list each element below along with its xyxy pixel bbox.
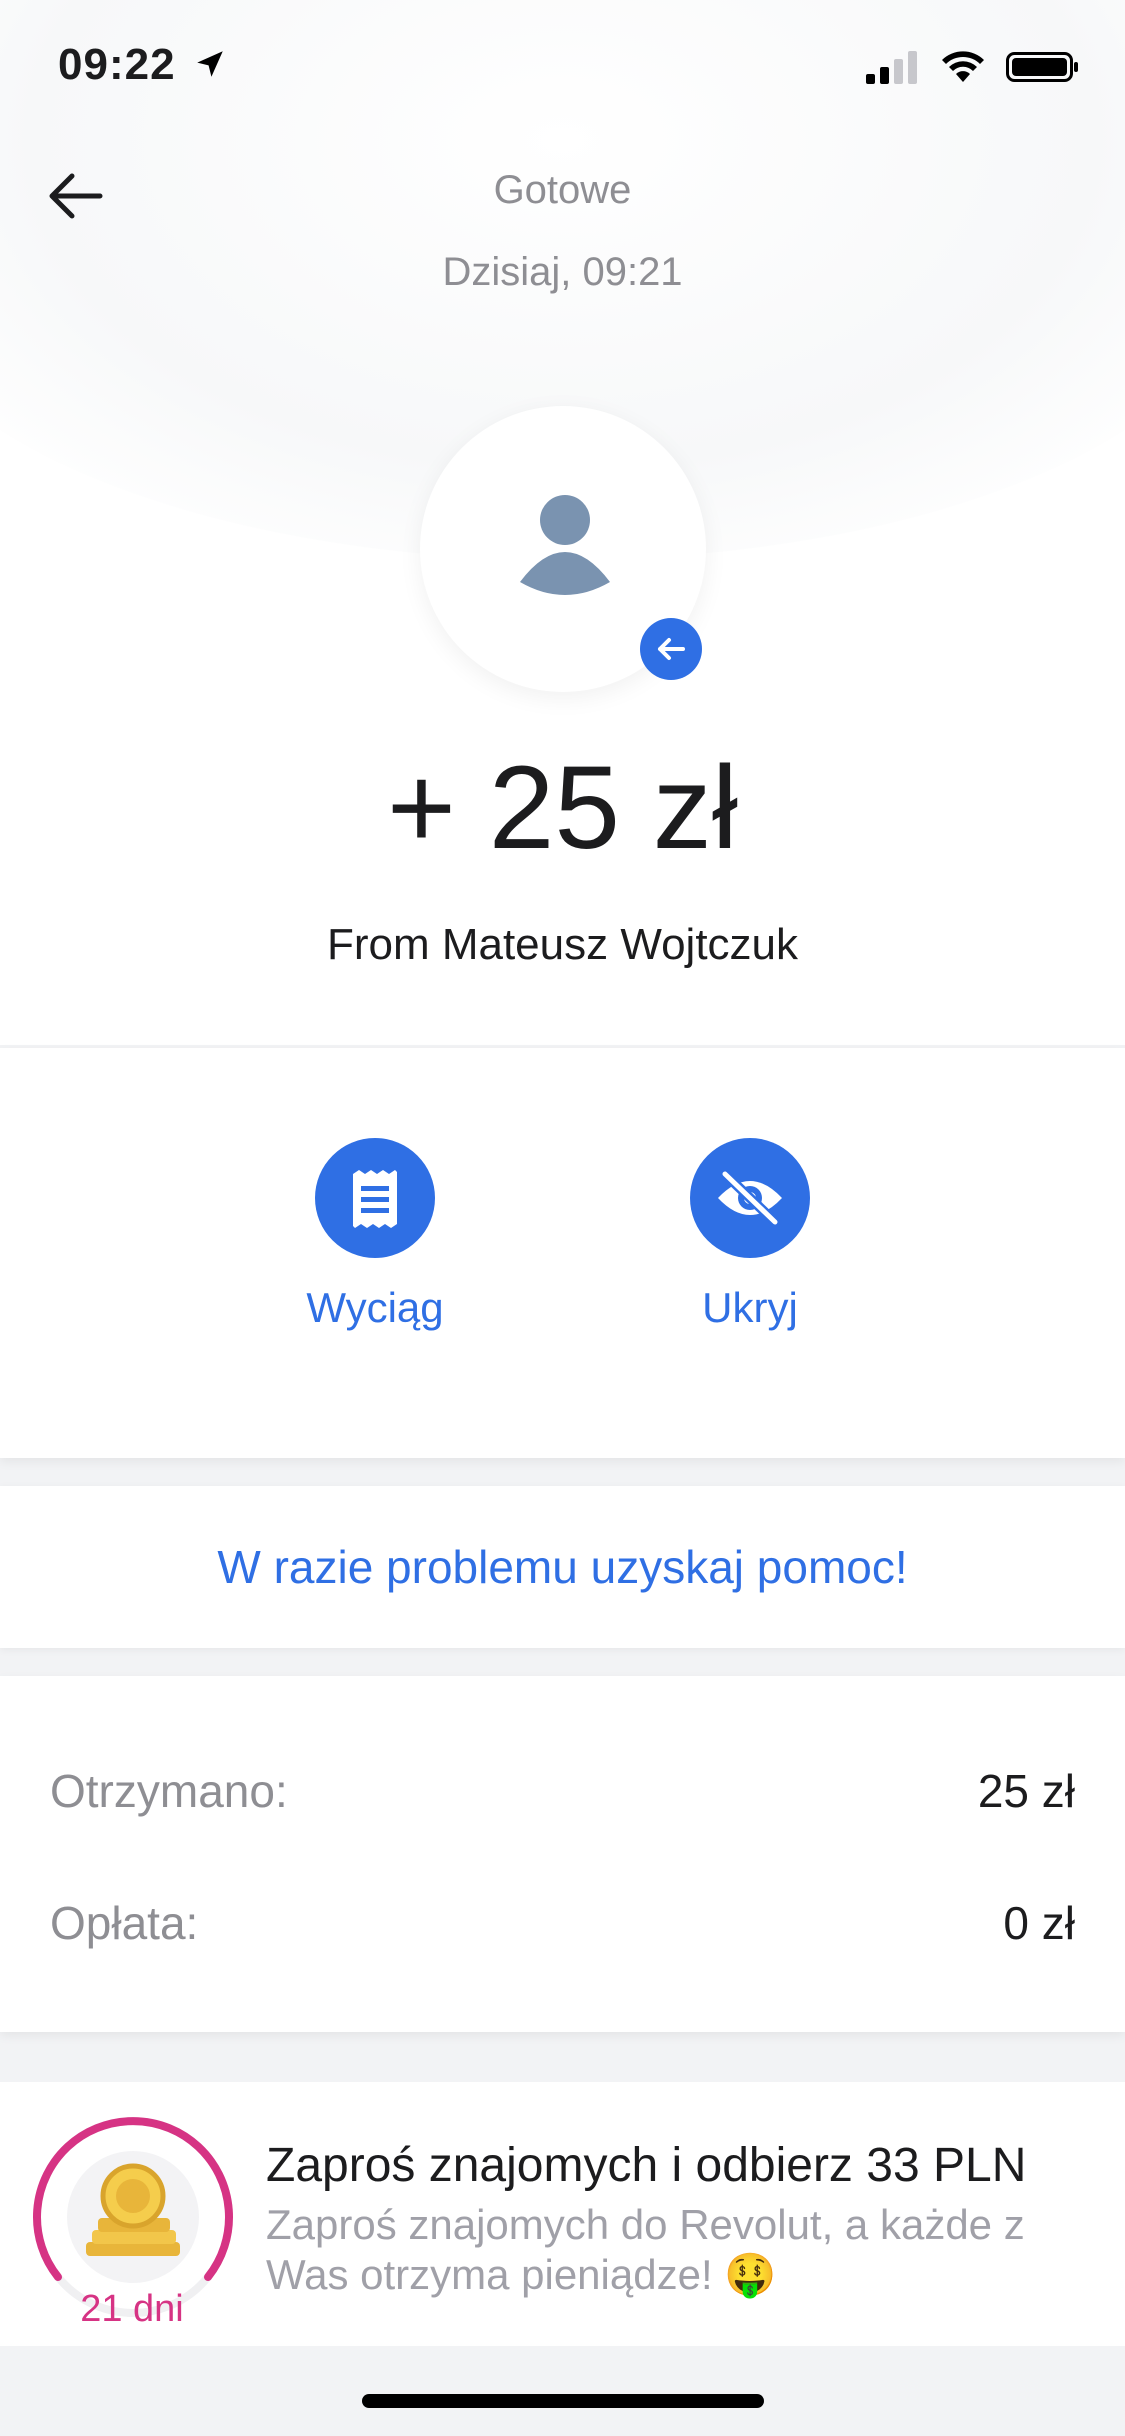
referral-description: Zaproś znajomych do Revolut, a każde z W…	[266, 2201, 1025, 2298]
battery-icon	[1006, 52, 1078, 82]
statement-button[interactable]	[315, 1138, 435, 1258]
statement-label[interactable]: Wyciąg	[225, 1284, 525, 1332]
details-card: Otrzymano: 25 zł Opłata: 0 zł	[0, 1676, 1125, 2032]
hide-label[interactable]: Ukryj	[600, 1284, 900, 1332]
action-section: Wyciąg Ukryj	[0, 1048, 1125, 1458]
user-icon	[520, 495, 610, 595]
referral-card[interactable]: 21 dni Zaproś znajomych i odbierz 33 PLN…	[0, 2082, 1125, 2346]
transaction-counterparty: From Mateusz Wojtczuk	[326, 920, 799, 969]
help-card: W razie problemu uzyskaj pomoc!	[0, 1486, 1125, 1648]
referral-title: Zaproś znajomych i odbierz 33 PLN	[266, 2139, 1027, 2192]
signal-icon	[866, 51, 917, 84]
received-label: Otrzymano:	[50, 1765, 288, 1817]
fee-value: 0 zł	[1003, 1897, 1075, 1949]
transaction-date: Dzisiaj, 09:21	[442, 250, 683, 294]
arrow-left-icon	[658, 638, 685, 660]
page-title: Gotowe	[493, 168, 632, 212]
help-link[interactable]: W razie problemu uzyskaj pomoc!	[0, 1540, 1125, 1594]
incoming-badge	[640, 618, 702, 680]
received-value: 25 zł	[977, 1765, 1075, 1817]
wifi-icon	[942, 51, 984, 82]
status-time-text: 09:22	[58, 40, 176, 89]
fee-label: Opłata:	[50, 1897, 199, 1949]
status-indicators	[864, 50, 1080, 84]
eye-off-icon	[718, 1170, 782, 1226]
hide-button[interactable]	[690, 1138, 810, 1258]
transaction-amount: + 25 zł	[387, 742, 738, 874]
receipt-icon	[353, 1170, 397, 1228]
location-arrow-icon	[197, 51, 223, 77]
status-time: 09:22	[58, 40, 227, 90]
home-indicator	[362, 2394, 764, 2408]
days-left: 21 dni	[80, 2288, 184, 2330]
